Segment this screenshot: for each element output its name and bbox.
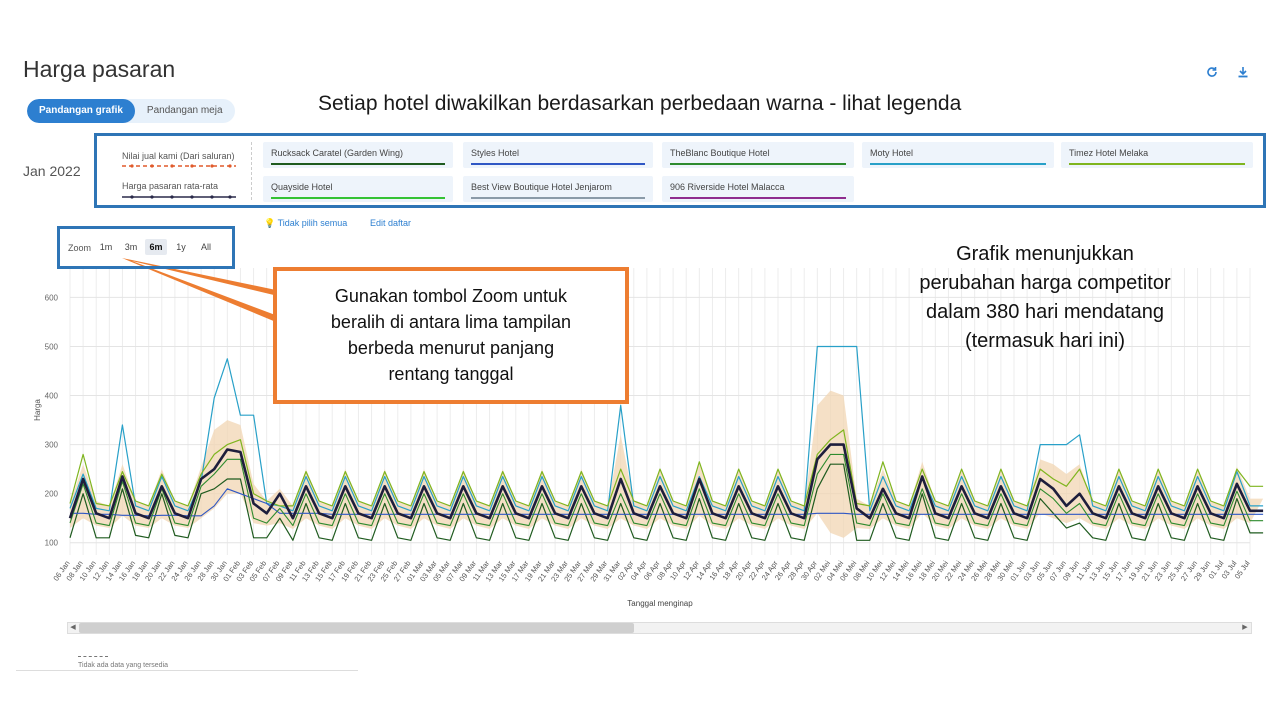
scroll-left-icon[interactable]: ◀	[68, 623, 78, 633]
zoom-1m-button[interactable]: 1m	[95, 239, 117, 255]
zoom-callout-line: rentang tanggal	[388, 364, 514, 384]
no-data-label: Tidak ada data yang tersedia	[78, 662, 169, 669]
zoom-all-button[interactable]: All	[195, 239, 217, 255]
scrollbar-thumb[interactable]	[79, 623, 634, 633]
range-note-line: perubahan harga competitor	[919, 272, 1171, 294]
price-chart: 100200300400500600 06 Jan08 Jan10 Jan12 …	[33, 258, 1264, 608]
y-tick-label: 300	[45, 441, 59, 450]
zoom-label: Zoom	[68, 243, 92, 253]
x-tick-label: 05 Jul	[1233, 559, 1252, 581]
x-axis-label: Tanggal menginap	[627, 599, 693, 608]
y-tick-label: 200	[45, 490, 59, 499]
y-tick-label: 500	[45, 342, 59, 351]
zoom-callout-line: beralih di antara lima tampilan	[330, 312, 572, 332]
zoom-callout-line: Gunakan tombol Zoom untuk	[334, 286, 568, 306]
range-note-line: Grafik menunjukkan	[956, 243, 1134, 265]
zoom-callout: Gunakan tombol Zoom untuk beralih di ant…	[273, 267, 629, 404]
zoom-3m-button[interactable]: 3m	[119, 239, 143, 255]
no-data-legend-line	[78, 656, 108, 657]
y-tick-label: 400	[45, 392, 59, 401]
range-note-line: (termasuk hari ini)	[964, 330, 1126, 352]
range-note-line: dalam 380 hari mendatang	[926, 301, 1164, 323]
zoom-1y-button[interactable]: 1y	[171, 239, 191, 255]
scroll-right-icon[interactable]: ▶	[1240, 623, 1250, 633]
zoom-callout-line: berbeda menurut panjang	[347, 338, 555, 358]
y-axis-label: Harga	[33, 399, 42, 421]
footer-divider	[16, 670, 358, 671]
chart-range-note: Grafik menunjukkan perubahan harga compe…	[880, 240, 1210, 356]
y-tick-label: 600	[45, 293, 59, 302]
zoom-6m-button[interactable]: 6m	[145, 239, 167, 255]
y-tick-label: 100	[45, 539, 59, 548]
